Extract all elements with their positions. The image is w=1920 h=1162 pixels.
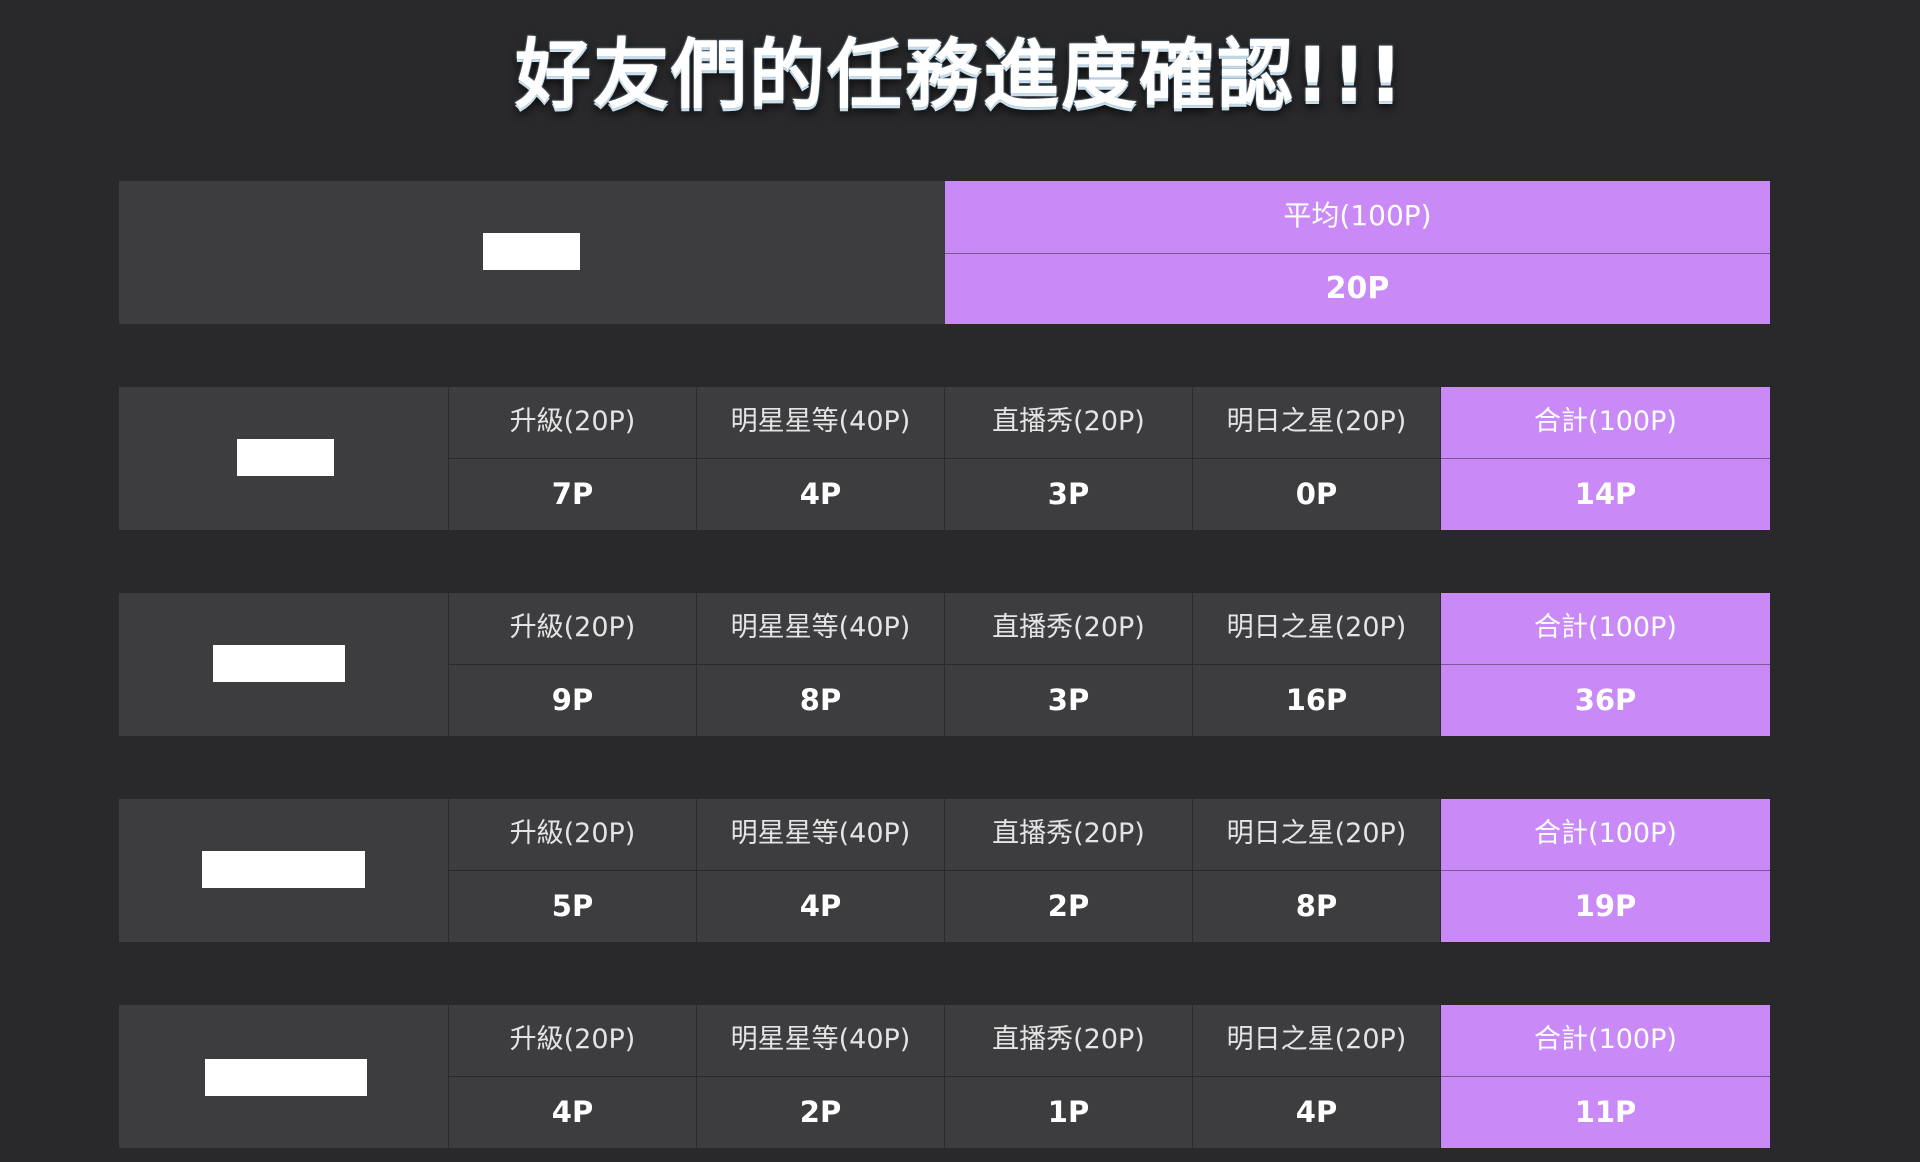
star-rank-header: 明星星等(40P)	[697, 1005, 944, 1077]
rising-star-header: 明日之星(20P)	[1193, 387, 1440, 459]
level-value: 4P	[551, 1095, 594, 1129]
total-header: 合計(100P)	[1441, 387, 1770, 459]
level-header: 升級(20P)	[449, 387, 696, 459]
total-column: 合計(100P) 11P	[1441, 1005, 1770, 1148]
total-value: 11P	[1574, 1095, 1637, 1129]
star-rank-column: 明星星等(40P) 4P	[697, 799, 945, 942]
average-label: 平均(100P)	[945, 181, 1770, 254]
friend-name-cell	[119, 799, 449, 942]
friend-row: 升級(20P) 4P 明星星等(40P) 2P 直播秀(20P) 1P 明日之星…	[119, 1005, 1770, 1148]
total-value: 36P	[1574, 683, 1637, 717]
average-cell: 平均(100P) 20P	[945, 181, 1770, 324]
rising-star-column: 明日之星(20P) 4P	[1193, 1005, 1441, 1148]
live-show-value: 3P	[1047, 477, 1090, 511]
level-value: 5P	[551, 889, 594, 923]
rising-star-value: 8P	[1295, 889, 1338, 923]
friend-row: 升級(20P) 5P 明星星等(40P) 4P 直播秀(20P) 2P 明日之星…	[119, 799, 1770, 942]
level-column: 升級(20P) 9P	[449, 593, 697, 736]
redacted-name	[237, 439, 334, 476]
rising-star-header: 明日之星(20P)	[1193, 593, 1440, 665]
friend-name-cell	[119, 1005, 449, 1148]
live-show-header: 直播秀(20P)	[945, 387, 1192, 459]
page-title: 好友們的任務進度確認!!!	[515, 30, 1405, 119]
star-rank-column: 明星星等(40P) 4P	[697, 387, 945, 530]
star-rank-value: 2P	[799, 1095, 842, 1129]
self-name-cell	[119, 181, 945, 324]
live-show-value: 1P	[1047, 1095, 1090, 1129]
total-value: 14P	[1574, 477, 1637, 511]
live-show-value: 2P	[1047, 889, 1090, 923]
rising-star-header: 明日之星(20P)	[1193, 799, 1440, 871]
total-value: 19P	[1574, 889, 1637, 923]
rising-star-column: 明日之星(20P) 8P	[1193, 799, 1441, 942]
redacted-name	[213, 645, 345, 682]
average-value: 20P	[1325, 271, 1390, 306]
redacted-name	[205, 1059, 367, 1096]
live-show-header: 直播秀(20P)	[945, 799, 1192, 871]
star-rank-column: 明星星等(40P) 2P	[697, 1005, 945, 1148]
level-header: 升級(20P)	[449, 799, 696, 871]
live-show-column: 直播秀(20P) 1P	[945, 1005, 1193, 1148]
live-show-header: 直播秀(20P)	[945, 593, 1192, 665]
rising-star-value: 4P	[1295, 1095, 1338, 1129]
total-column: 合計(100P) 14P	[1441, 387, 1770, 530]
average-panel: 平均(100P) 20P	[119, 181, 1770, 324]
level-header: 升級(20P)	[449, 1005, 696, 1077]
level-column: 升級(20P) 7P	[449, 387, 697, 530]
star-rank-value: 8P	[799, 683, 842, 717]
friend-name-cell	[119, 593, 449, 736]
level-header: 升級(20P)	[449, 593, 696, 665]
live-show-value: 3P	[1047, 683, 1090, 717]
total-column: 合計(100P) 19P	[1441, 799, 1770, 942]
star-rank-header: 明星星等(40P)	[697, 799, 944, 871]
level-value: 9P	[551, 683, 594, 717]
level-column: 升級(20P) 4P	[449, 1005, 697, 1148]
rising-star-header: 明日之星(20P)	[1193, 1005, 1440, 1077]
star-rank-value: 4P	[799, 477, 842, 511]
star-rank-header: 明星星等(40P)	[697, 593, 944, 665]
live-show-column: 直播秀(20P) 2P	[945, 799, 1193, 942]
total-header: 合計(100P)	[1441, 1005, 1770, 1077]
live-show-column: 直播秀(20P) 3P	[945, 593, 1193, 736]
total-header: 合計(100P)	[1441, 799, 1770, 871]
redacted-name	[202, 851, 365, 888]
live-show-column: 直播秀(20P) 3P	[945, 387, 1193, 530]
redacted-name	[483, 233, 580, 270]
friend-row: 升級(20P) 9P 明星星等(40P) 8P 直播秀(20P) 3P 明日之星…	[119, 593, 1770, 736]
rising-star-value: 0P	[1295, 477, 1338, 511]
friend-row: 升級(20P) 7P 明星星等(40P) 4P 直播秀(20P) 3P 明日之星…	[119, 387, 1770, 530]
total-column: 合計(100P) 36P	[1441, 593, 1770, 736]
star-rank-value: 4P	[799, 889, 842, 923]
star-rank-column: 明星星等(40P) 8P	[697, 593, 945, 736]
total-header: 合計(100P)	[1441, 593, 1770, 665]
rising-star-value: 16P	[1285, 683, 1348, 717]
rising-star-column: 明日之星(20P) 0P	[1193, 387, 1441, 530]
live-show-header: 直播秀(20P)	[945, 1005, 1192, 1077]
level-value: 7P	[551, 477, 594, 511]
rising-star-column: 明日之星(20P) 16P	[1193, 593, 1441, 736]
level-column: 升級(20P) 5P	[449, 799, 697, 942]
friend-name-cell	[119, 387, 449, 530]
star-rank-header: 明星星等(40P)	[697, 387, 944, 459]
